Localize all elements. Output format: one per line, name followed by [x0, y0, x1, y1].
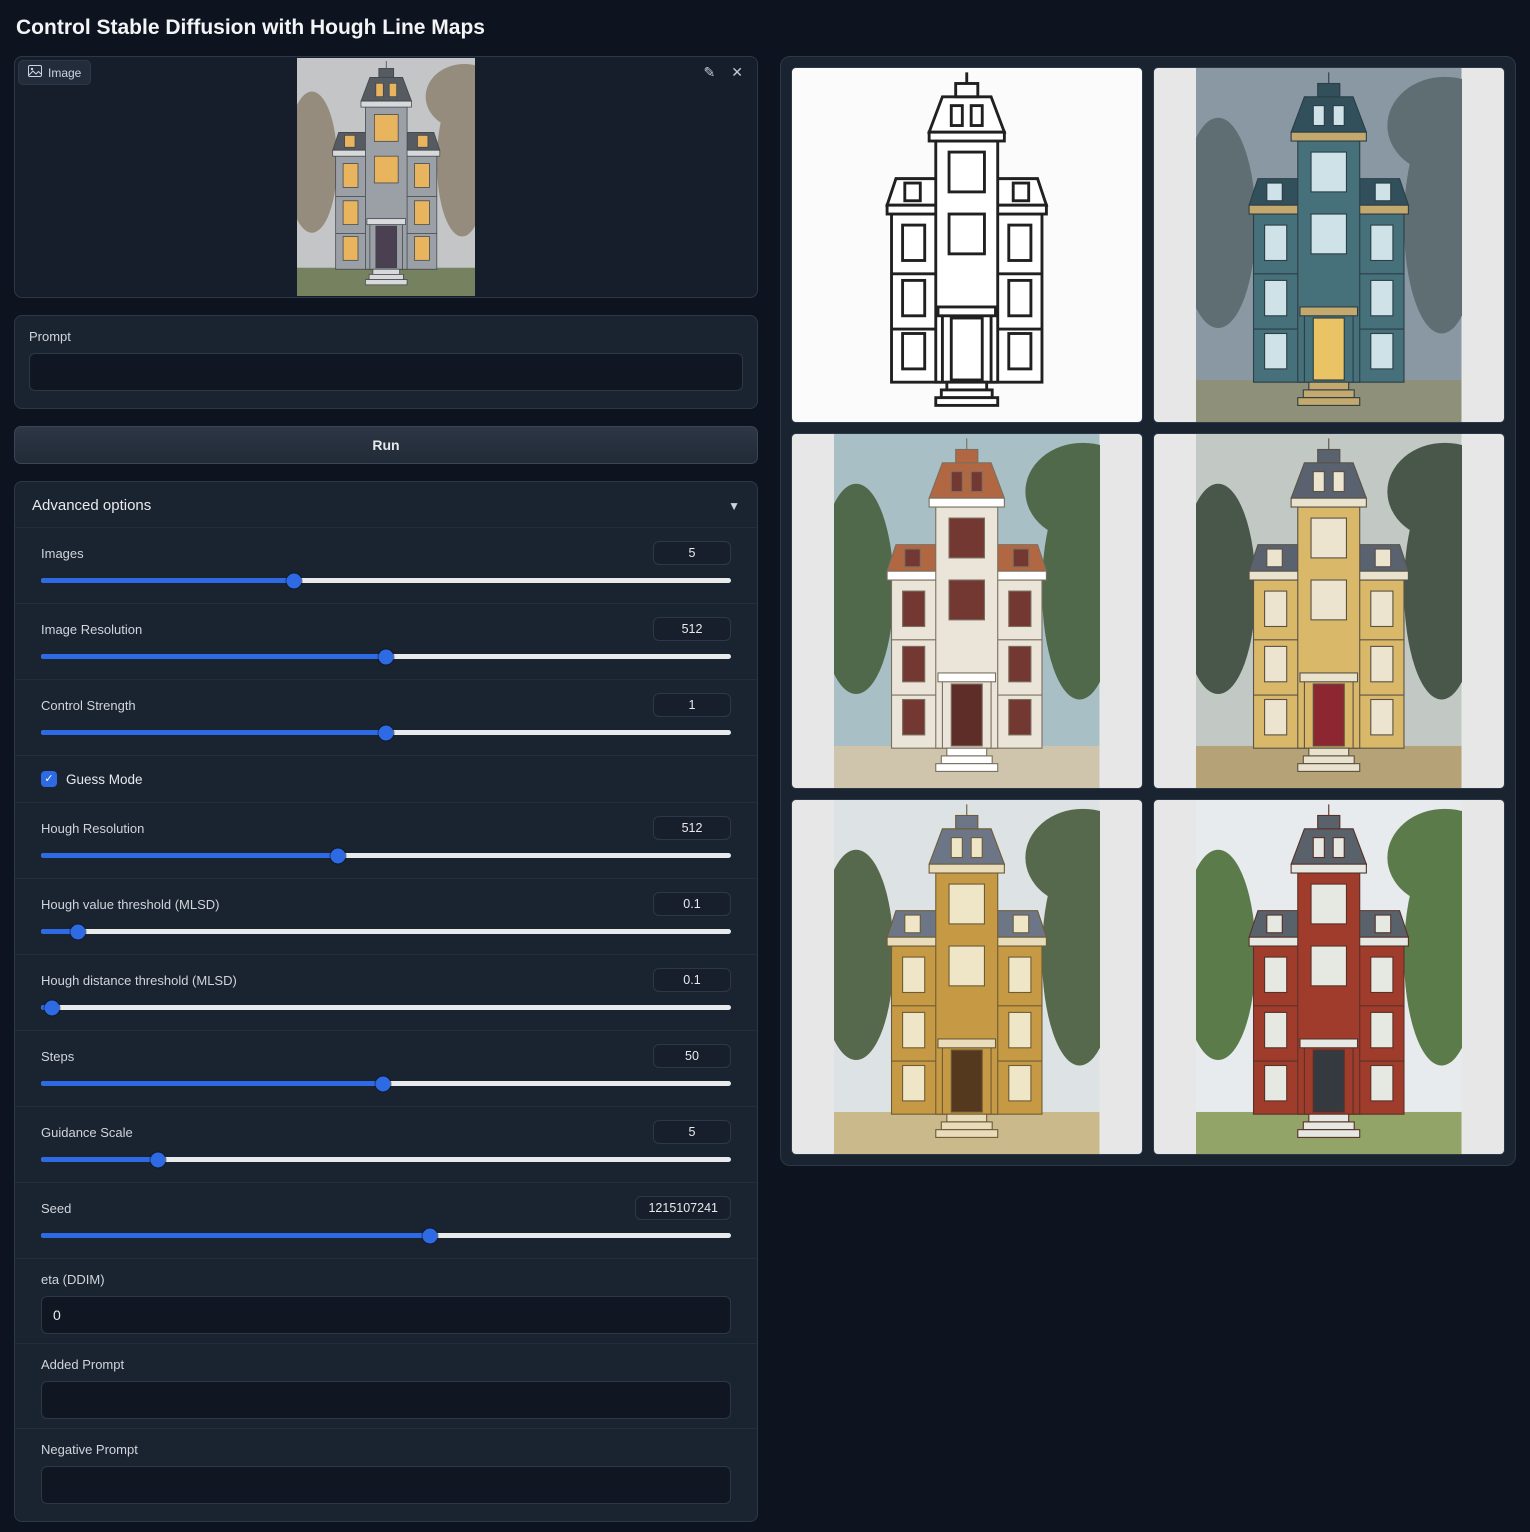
slider-track[interactable]: [41, 654, 731, 659]
red-house-image: [1196, 800, 1462, 1154]
prompt-input[interactable]: [29, 353, 743, 391]
slider-label: Hough Resolution: [41, 821, 144, 836]
slider-image-resolution: Image Resolution 512: [15, 603, 757, 679]
app: Control Stable Diffusion with Hough Line…: [0, 0, 1530, 1532]
eta-label: eta (DDIM): [41, 1272, 731, 1287]
advanced-options-panel: Advanced options ▼ Images 5 Image Resolu…: [14, 481, 758, 1522]
checkbox-icon[interactable]: ✓: [41, 771, 57, 787]
added-prompt-label: Added Prompt: [41, 1357, 731, 1372]
output-gallery: [780, 56, 1516, 1166]
cream-house-image: [1196, 434, 1462, 788]
slider-control-strength: Control Strength 1: [15, 679, 757, 755]
slider-track[interactable]: [41, 1005, 731, 1010]
prompt-label: Prompt: [29, 329, 743, 344]
gallery-item-red-house[interactable]: [1153, 799, 1505, 1155]
slider-handle[interactable]: [45, 1000, 60, 1015]
page-title: Control Stable Diffusion with Hough Line…: [16, 16, 1516, 40]
slider-value-box[interactable]: 5: [653, 541, 731, 565]
image-label: Image: [48, 66, 81, 80]
slider-steps: Steps 50: [15, 1030, 757, 1106]
white-house-image: [834, 434, 1100, 788]
slider-value-box[interactable]: 1: [653, 693, 731, 717]
gallery-item-cream-house[interactable]: [1153, 433, 1505, 789]
image-toolbar: ✎ ✕: [698, 63, 749, 81]
slider-value-box[interactable]: 0.1: [653, 892, 731, 916]
slider-value-box[interactable]: 512: [653, 816, 731, 840]
slider-value-box[interactable]: 512: [653, 617, 731, 641]
negative-prompt-field: Negative Prompt: [15, 1428, 757, 1513]
prompt-panel: Prompt: [14, 315, 758, 409]
negative-prompt-input[interactable]: [41, 1466, 731, 1504]
edit-image-button[interactable]: ✎: [698, 63, 722, 81]
slider-hough-value-threshold: Hough value threshold (MLSD) 0.1: [15, 878, 757, 954]
slider-label: Control Strength: [41, 698, 136, 713]
added-prompt-field: Added Prompt: [15, 1343, 757, 1428]
slider-hough-resolution: Hough Resolution 512: [15, 802, 757, 878]
eta-input[interactable]: [41, 1296, 731, 1334]
slider-images: Images 5: [15, 527, 757, 603]
slider-label: Hough distance threshold (MLSD): [41, 973, 237, 988]
hough-line-map-image: [834, 68, 1100, 422]
results-column: [780, 56, 1516, 1166]
gallery-item-golden-house[interactable]: [791, 799, 1143, 1155]
gallery-item-white-house[interactable]: [791, 433, 1143, 789]
main-layout: Image ✎ ✕ Prompt Run Advanced options ▼: [14, 56, 1516, 1522]
slider-label: Hough value threshold (MLSD): [41, 897, 219, 912]
slider-label: Guidance Scale: [41, 1125, 133, 1140]
golden-house-image: [834, 800, 1100, 1154]
slider-handle[interactable]: [286, 573, 301, 588]
slider-track[interactable]: [41, 1157, 731, 1162]
slider-handle[interactable]: [423, 1228, 438, 1243]
slider-handle[interactable]: [376, 1076, 391, 1091]
guess-mode-label: Guess Mode: [66, 772, 143, 787]
eta-field: eta (DDIM): [15, 1258, 757, 1343]
slider-handle[interactable]: [71, 924, 86, 939]
run-button[interactable]: Run: [14, 426, 758, 464]
slider-label: Steps: [41, 1049, 74, 1064]
slider-seed: Seed 1215107241: [15, 1182, 757, 1258]
advanced-options-title: Advanced options: [32, 497, 151, 514]
controls-column: Image ✎ ✕ Prompt Run Advanced options ▼: [14, 56, 758, 1522]
image-label-tab: Image: [18, 60, 91, 85]
slider-track[interactable]: [41, 578, 731, 583]
gallery-item-blue-house[interactable]: [1153, 67, 1505, 423]
clear-image-button[interactable]: ✕: [725, 63, 749, 81]
added-prompt-input[interactable]: [41, 1381, 731, 1419]
advanced-options-header[interactable]: Advanced options ▼: [15, 482, 757, 527]
slider-value-box[interactable]: 0.1: [653, 968, 731, 992]
slider-handle[interactable]: [379, 725, 394, 740]
slider-track[interactable]: [41, 730, 731, 735]
slider-value-box[interactable]: 5: [653, 1120, 731, 1144]
slider-track[interactable]: [41, 1081, 731, 1086]
slider-handle[interactable]: [330, 848, 345, 863]
input-image-panel: Image ✎ ✕: [14, 56, 758, 298]
gallery-item-hough-line-map[interactable]: [791, 67, 1143, 423]
slider-track[interactable]: [41, 1233, 731, 1238]
slider-hough-distance-threshold: Hough distance threshold (MLSD) 0.1: [15, 954, 757, 1030]
blue-house-image: [1196, 68, 1462, 422]
slider-label: Seed: [41, 1201, 71, 1216]
slider-handle[interactable]: [379, 649, 394, 664]
guess-mode-checkbox[interactable]: ✓ Guess Mode: [15, 755, 757, 802]
slider-label: Images: [41, 546, 84, 561]
slider-label: Image Resolution: [41, 622, 142, 637]
slider-value-box[interactable]: 50: [653, 1044, 731, 1068]
slider-track[interactable]: [41, 853, 731, 858]
chevron-down-icon: ▼: [728, 499, 740, 513]
image-icon: [28, 65, 42, 80]
slider-guidance-scale: Guidance Scale 5: [15, 1106, 757, 1182]
slider-value-box[interactable]: 1215107241: [635, 1196, 731, 1220]
slider-handle[interactable]: [151, 1152, 166, 1167]
uploaded-house-photo[interactable]: [297, 58, 476, 296]
slider-track[interactable]: [41, 929, 731, 934]
